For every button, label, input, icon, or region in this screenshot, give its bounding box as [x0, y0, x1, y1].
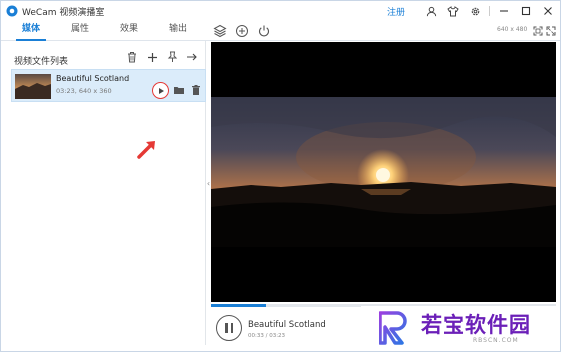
fit-screen-icon[interactable]	[533, 26, 543, 36]
close-button[interactable]	[540, 3, 556, 19]
play-icon	[158, 87, 164, 94]
layers-icon[interactable]	[213, 24, 227, 38]
now-playing-title: Beautiful Scotland	[248, 320, 326, 330]
add-file-plus-icon[interactable]	[145, 50, 159, 64]
video-thumbnail	[15, 74, 51, 99]
register-link[interactable]: 注册	[387, 5, 405, 18]
fullscreen-icon[interactable]	[546, 26, 556, 36]
tab-bar: 媒体 属性 效果 输出 640 x 480	[1, 21, 560, 41]
media-list-title: 视频文件列表	[14, 57, 69, 67]
tab-media[interactable]: 媒体	[11, 21, 51, 41]
media-list-panel: 视频文件列表 Beautiful Scotland 03:23, 640 x 3…	[8, 41, 206, 345]
media-list-item[interactable]: Beautiful Scotland 03:23, 640 x 360	[11, 69, 206, 102]
annotation-arrow-icon	[137, 141, 155, 159]
user-icon[interactable]	[423, 3, 439, 19]
clear-list-trash-icon[interactable]	[125, 50, 139, 64]
open-folder-icon[interactable]	[173, 84, 185, 96]
title-bar: WeCam 视频演播室 注册	[1, 1, 560, 21]
delete-item-trash-icon[interactable]	[191, 84, 201, 96]
media-list-toolbar	[119, 50, 199, 64]
tab-effects[interactable]: 效果	[109, 21, 149, 40]
rbscn-logo-icon	[379, 311, 407, 345]
title-bar-controls: 注册	[387, 3, 556, 19]
app-subtitle: 视频演播室	[59, 8, 105, 18]
settings-gear-icon[interactable]	[467, 3, 483, 19]
tab-output[interactable]: 输出	[158, 21, 198, 40]
app-window: WeCam 视频演播室 注册 媒体 属性 效果 输出 640 x 480 视频文…	[0, 0, 561, 352]
media-item-meta: 03:23, 640 x 360	[56, 87, 112, 95]
pause-button[interactable]	[216, 315, 242, 341]
minimize-button[interactable]	[496, 3, 512, 19]
add-circle-icon[interactable]	[235, 24, 249, 38]
watermark-site: RBSCN.COM	[473, 337, 519, 344]
playback-time: 00:33 / 03:23	[248, 333, 286, 339]
skin-shirt-icon[interactable]	[445, 3, 461, 19]
app-name: WeCam	[22, 8, 57, 18]
arrow-right-icon[interactable]	[185, 50, 199, 64]
video-frame-image	[211, 97, 556, 247]
watermark-name: 若宝软件园	[421, 313, 531, 337]
tab-properties[interactable]: 属性	[60, 21, 100, 40]
video-preview	[211, 42, 556, 302]
title-separator	[489, 6, 490, 16]
wecam-logo-icon	[6, 5, 18, 17]
play-item-button[interactable]	[152, 82, 169, 99]
media-item-name: Beautiful Scotland	[56, 74, 130, 83]
maximize-button[interactable]	[518, 3, 534, 19]
power-icon[interactable]	[257, 24, 271, 38]
pin-icon[interactable]	[165, 50, 179, 64]
site-watermark: 若宝软件园 RBSCN.COM	[361, 306, 560, 351]
window-title: WeCam 视频演播室	[22, 5, 104, 18]
resolution-label: 640 x 480	[497, 26, 528, 33]
